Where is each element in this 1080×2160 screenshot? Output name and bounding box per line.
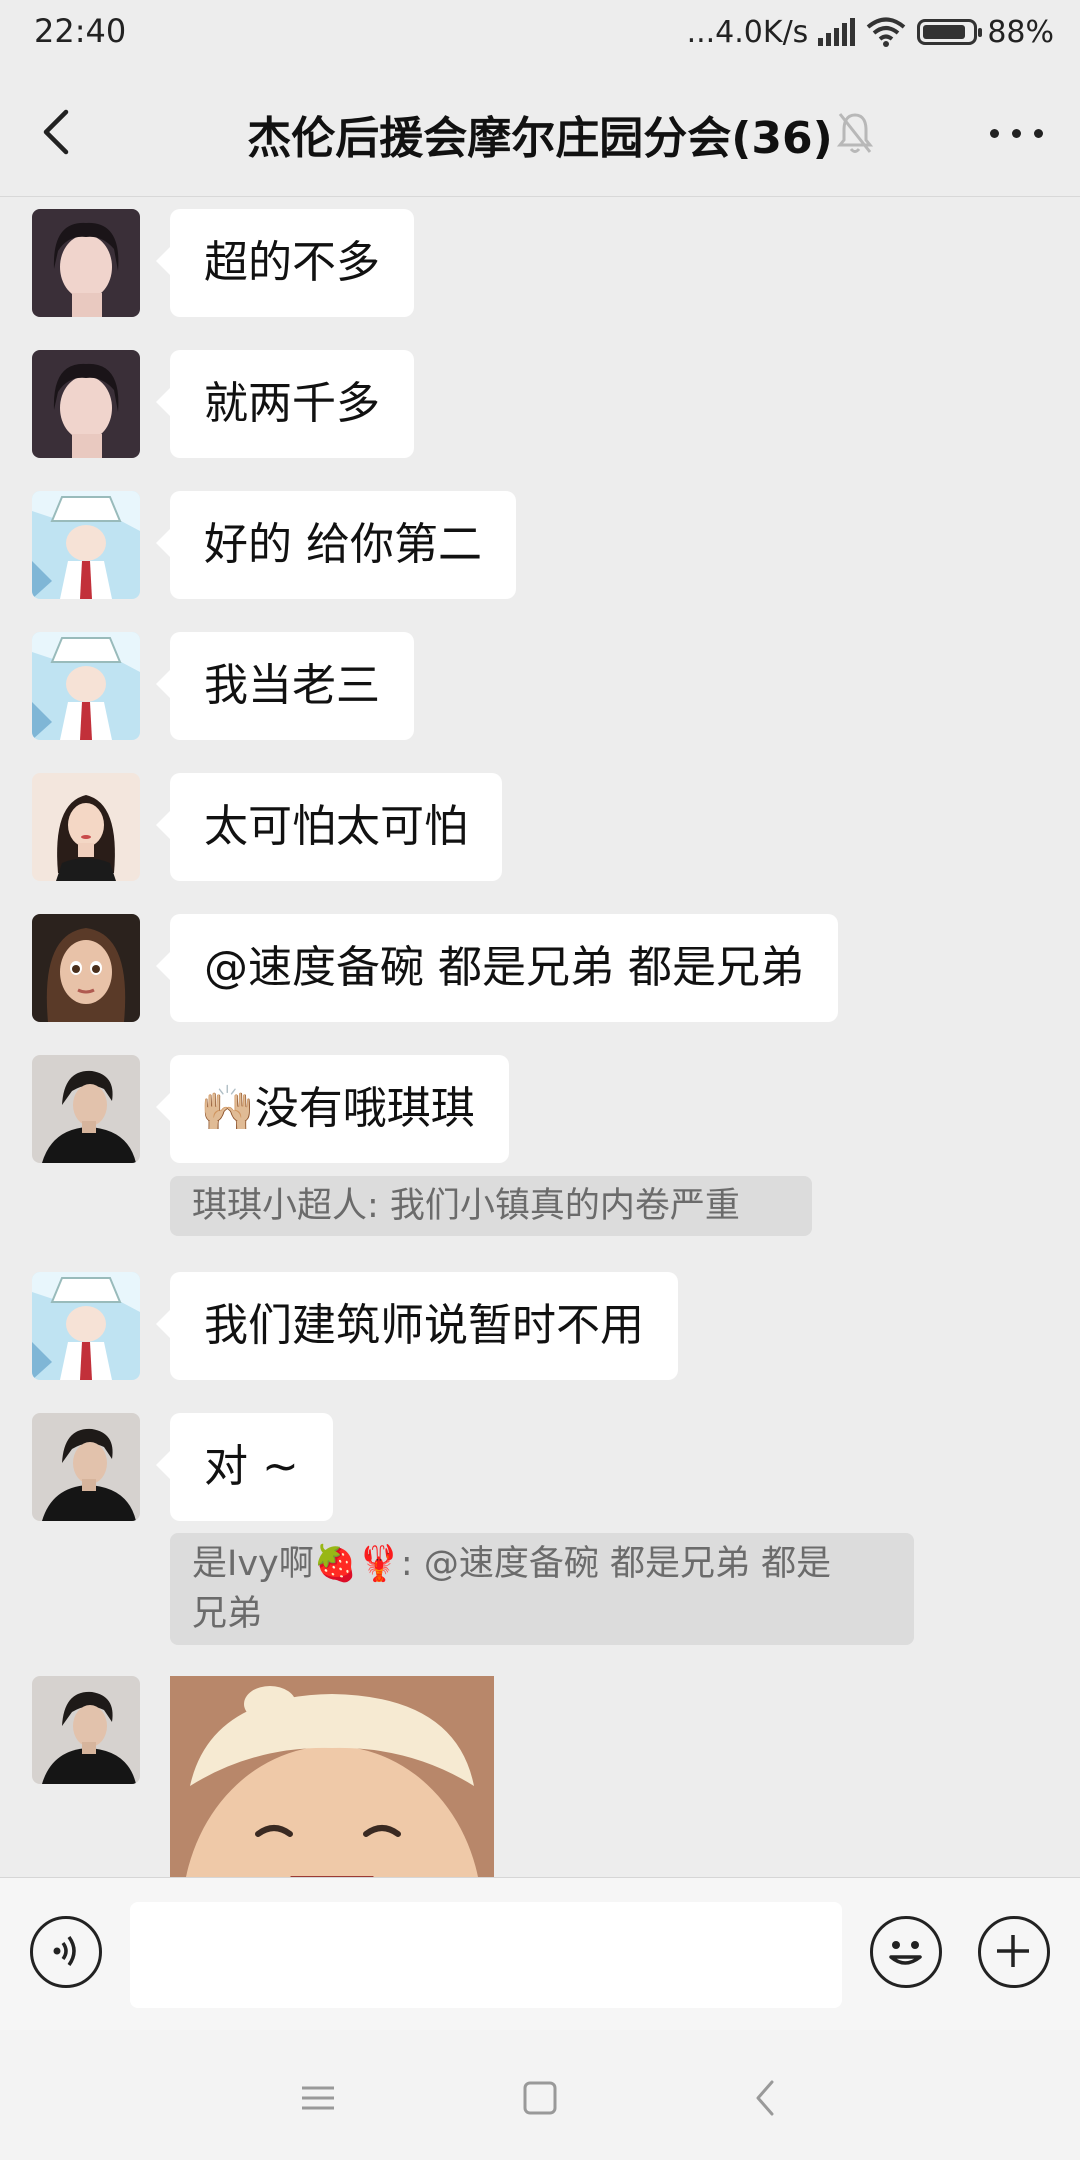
status-time: 22:40	[34, 12, 127, 50]
raised-hands-emoji: 🙌🏼	[200, 1083, 255, 1134]
battery-percent: 88%	[987, 14, 1054, 50]
home-icon[interactable]	[516, 2074, 564, 2122]
quoted-reply-line: 兄弟	[192, 1594, 263, 1634]
quoted-reply[interactable]: 是Ivy啊🍓🦞: @速度备碗 都是兄弟 都是 兄弟	[170, 1533, 914, 1645]
quoted-reply[interactable]: 琪琪小超人: 我们小镇真的内卷严重	[170, 1176, 812, 1236]
back-nav-icon[interactable]	[742, 2074, 790, 2122]
avatar-girl-1[interactable]	[32, 350, 140, 458]
message-input[interactable]	[130, 1902, 842, 2008]
more-icon[interactable]	[990, 118, 1050, 148]
mute-bell-icon	[836, 113, 874, 153]
avatar-kid-thief[interactable]	[32, 1272, 140, 1380]
voice-icon[interactable]	[30, 1916, 102, 1988]
message-bubble[interactable]: @速度备碗 都是兄弟 都是兄弟	[156, 914, 838, 1022]
message-bubble[interactable]: 我们建筑师说暂时不用	[156, 1272, 678, 1380]
emoji-icon[interactable]	[870, 1916, 942, 1988]
message-bubble[interactable]: 🙌🏼没有哦琪琪	[156, 1055, 509, 1163]
plus-icon[interactable]	[978, 1916, 1050, 1988]
menu-icon[interactable]	[294, 2074, 342, 2122]
message-bubble[interactable]: 好的 给你第二	[156, 491, 516, 599]
system-navigation	[0, 2030, 1080, 2160]
battery-icon	[917, 19, 983, 45]
avatar-cartoon-woman[interactable]	[32, 773, 140, 881]
message-list[interactable]: 超的不多 就两千多 好的 给你第二 我当老三 太可怕太可怕 @速度备碗 都是兄弟…	[0, 197, 1080, 1877]
net-speed: ...4.0K/s	[686, 14, 809, 50]
chat-title: 杰伦后援会摩尔庄园分会(36)	[247, 113, 833, 164]
status-bar: 22:40 ...4.0K/s 88%	[0, 0, 1080, 66]
input-bar	[0, 1877, 1080, 2030]
signal-icon	[818, 18, 856, 46]
chat-header: 杰伦后援会摩尔庄园分会(36)	[0, 66, 1080, 197]
message-text: 没有哦琪琪	[254, 1083, 475, 1134]
sticker-image[interactable]	[170, 1676, 494, 1877]
message-bubble[interactable]: 太可怕太可怕	[156, 773, 502, 881]
avatar-kid-thief[interactable]	[32, 491, 140, 599]
quoted-reply-line: 是Ivy啊🍓🦞: @速度备碗 都是兄弟 都是	[192, 1544, 832, 1584]
avatar-man[interactable]	[32, 1676, 140, 1784]
avatar-girl-1[interactable]	[32, 209, 140, 317]
wifi-icon	[867, 17, 906, 47]
message-bubble[interactable]: 我当老三	[156, 632, 414, 740]
message-bubble[interactable]: 对 ~	[156, 1413, 333, 1521]
message-bubble[interactable]: 就两千多	[156, 350, 414, 458]
avatar-man[interactable]	[32, 1055, 140, 1163]
message-bubble[interactable]: 超的不多	[156, 209, 414, 317]
avatar-man[interactable]	[32, 1413, 140, 1521]
status-icons: ...4.0K/s 88%	[687, 12, 1054, 52]
avatar-kid-thief[interactable]	[32, 632, 140, 740]
avatar-3d-girl[interactable]	[32, 914, 140, 1022]
